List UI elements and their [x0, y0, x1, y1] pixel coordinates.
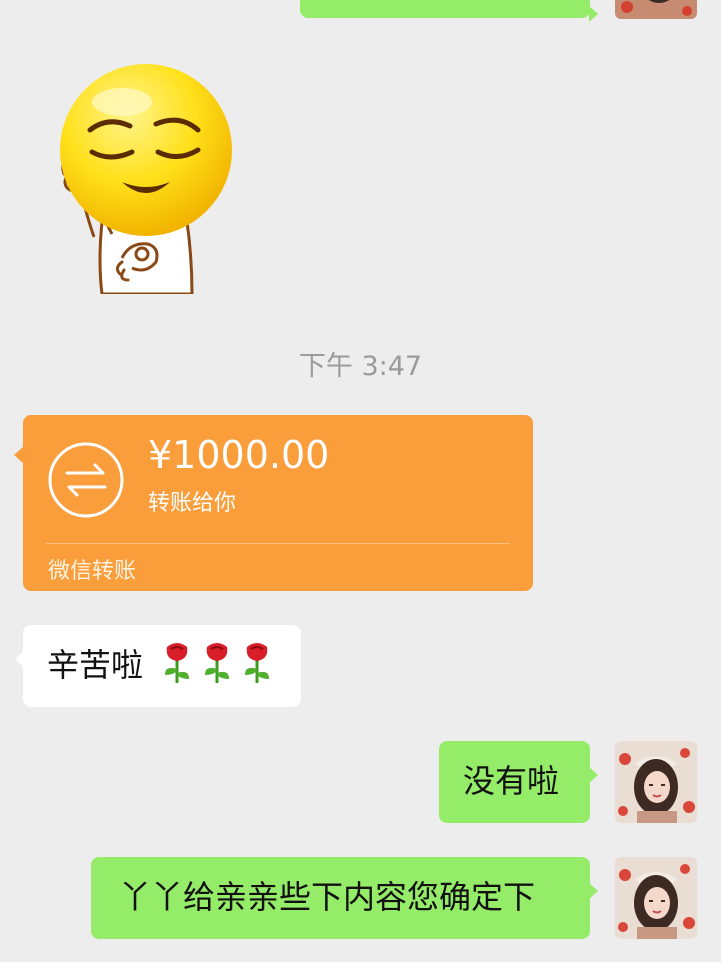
- outgoing-message-bubble[interactable]: 丫丫给亲亲些下内容您确定下: [91, 857, 598, 939]
- transfer-arrows-icon: [48, 442, 124, 518]
- transfer-divider: [46, 543, 510, 544]
- outgoing-message-bubble[interactable]: 没有啦: [439, 741, 598, 823]
- transfer-caption: 转账给你: [148, 491, 237, 516]
- wechat-transfer-card[interactable]: ¥1000.00 转账给你 微信转账: [14, 415, 533, 591]
- rose-icon: [205, 643, 229, 683]
- incoming-message-bubble[interactable]: 辛苦啦: [15, 625, 301, 707]
- transfer-footer: 微信转账: [48, 559, 137, 584]
- message-timestamp: 下午 3:47: [298, 351, 423, 382]
- avatar-self[interactable]: [615, 857, 697, 939]
- avatar-self[interactable]: [615, 741, 697, 823]
- transfer-amount: ¥1000.00: [148, 433, 330, 477]
- rose-icon: [245, 643, 269, 683]
- chat-screen: 下午 3:47 ¥1000.00 转账给你 微信转账 辛苦啦 没有啦 丫丫给亲亲…: [0, 0, 721, 962]
- incoming-message-text: 辛苦啦: [47, 646, 144, 684]
- outgoing-message-text: 没有啦: [463, 762, 560, 800]
- rose-icon: [165, 643, 189, 683]
- avatar-self-top[interactable]: [615, 0, 697, 19]
- rose-emoji-group: [159, 641, 275, 685]
- outgoing-bubble-previous[interactable]: [300, 0, 598, 22]
- ok-hand-smiley-sticker[interactable]: [52, 62, 237, 296]
- outgoing-message-text: 丫丫给亲亲些下内容您确定下: [119, 878, 536, 916]
